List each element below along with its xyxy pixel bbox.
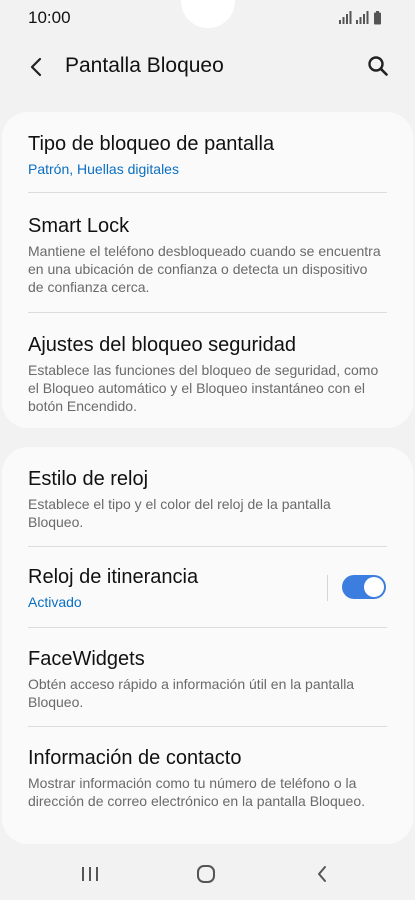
app-bar: Pantalla Bloqueo	[0, 36, 415, 98]
status-time: 10:00	[28, 8, 71, 27]
setting-item-smart-lock[interactable]: Smart Lock Mantiene el teléfono desbloqu…	[28, 214, 383, 296]
setting-value: Activado	[28, 594, 82, 610]
settings-card-security: Tipo de bloqueo de pantalla Patrón, Huel…	[2, 112, 413, 428]
toggle-divider	[327, 575, 328, 601]
status-icons	[339, 11, 381, 25]
navigation-bar	[0, 848, 415, 900]
setting-description: Mantiene el teléfono desbloqueado cuando…	[28, 243, 381, 295]
setting-description: Establece el tipo y el color del reloj d…	[28, 496, 331, 530]
status-bar: 10:00	[0, 0, 415, 36]
setting-title: FaceWidgets	[28, 648, 145, 670]
setting-description: Mostrar información como tu número de te…	[28, 775, 365, 809]
setting-value: Patrón, Huellas digitales	[28, 161, 179, 177]
signal-icon	[339, 11, 352, 24]
back-icon	[318, 866, 326, 882]
recent-apps-icon	[82, 867, 98, 881]
divider	[28, 546, 387, 547]
search-button[interactable]	[363, 51, 393, 81]
setting-item-roaming-clock[interactable]: Reloj de itinerancia Activado	[28, 565, 313, 611]
chevron-left-icon	[30, 57, 42, 77]
setting-title: Smart Lock	[28, 215, 130, 237]
home-icon	[197, 865, 215, 883]
setting-item-screen-lock-type[interactable]: Tipo de bloqueo de pantalla Patrón, Huel…	[28, 132, 383, 178]
camera-notch	[181, 0, 235, 28]
setting-title: Tipo de bloqueo de pantalla	[28, 133, 275, 155]
nav-back-button[interactable]	[302, 860, 342, 888]
setting-item-contact-info[interactable]: Información de contacto Mostrar informac…	[28, 746, 383, 810]
divider	[28, 312, 387, 313]
setting-title: Ajustes del bloqueo seguridad	[28, 334, 296, 356]
setting-title: Estilo de reloj	[28, 468, 149, 490]
divider	[28, 192, 387, 193]
setting-title: Reloj de itinerancia	[28, 566, 199, 588]
page-title: Pantalla Bloqueo	[65, 54, 224, 77]
settings-card-lock-screen: Estilo de reloj Establece el tipo y el c…	[2, 447, 413, 844]
setting-title: Información de contacto	[28, 747, 242, 769]
divider	[28, 726, 387, 727]
setting-item-secure-lock-settings[interactable]: Ajustes del bloqueo seguridad Establece …	[28, 333, 383, 415]
search-icon	[368, 56, 388, 76]
setting-item-clock-style[interactable]: Estilo de reloj Establece el tipo y el c…	[28, 467, 383, 531]
home-button[interactable]	[186, 860, 226, 888]
divider	[28, 627, 387, 628]
roaming-clock-toggle[interactable]	[342, 575, 386, 599]
setting-description: Establece las funciones del bloqueo de s…	[28, 362, 379, 414]
setting-description: Obtén acceso rápido a información útil e…	[28, 676, 355, 710]
back-button[interactable]	[22, 52, 52, 82]
setting-item-facewidgets[interactable]: FaceWidgets Obtén acceso rápido a inform…	[28, 647, 383, 711]
recent-apps-button[interactable]	[70, 860, 110, 888]
signal-icon	[356, 11, 369, 24]
toggle-knob	[364, 577, 384, 597]
battery-icon	[374, 11, 381, 25]
screen: 10:00 Pantalla Bloqueo Tipo de bloqueo d…	[0, 0, 415, 900]
